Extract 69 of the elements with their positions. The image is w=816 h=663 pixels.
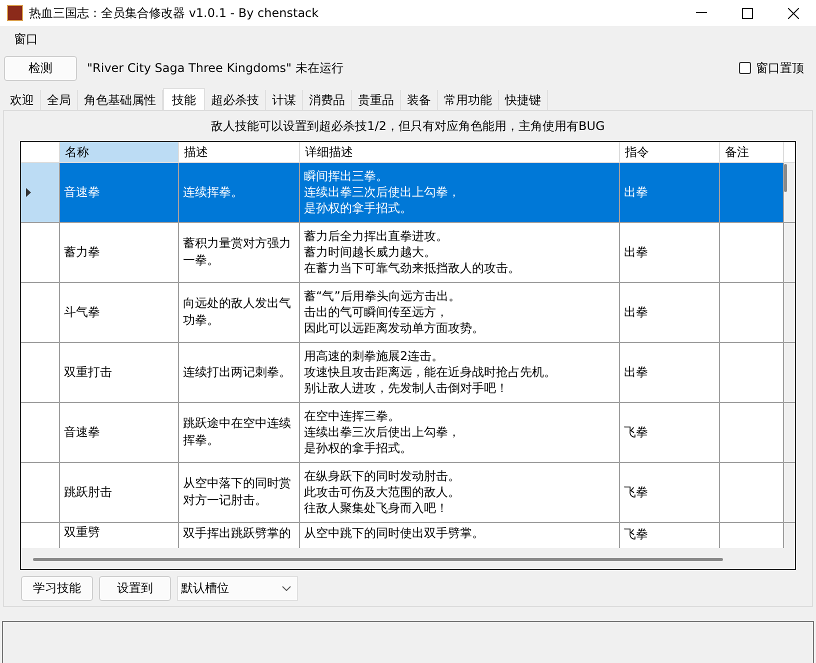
table-cell: 蓄力后全力挥出直拳进攻。 — [304, 228, 448, 244]
table-cell: 连续出拳三次后使出上勾拳， — [304, 184, 460, 200]
table-cell: 往敌人聚集处飞身而入吧！ — [304, 500, 448, 516]
table-cell: 用高速的刺拳施展2连击。 — [304, 348, 444, 364]
table-row[interactable]: 蓄力拳 蓄积力量赏对方强力一拳。 蓄力后全力挥出直拳进攻。 蓄力时间越长威力越大。 在蓄力当下可靠气劲来抵挡敌人的攻击。 出拳 — [21, 222, 795, 283]
table-cell: 双重打击 — [64, 364, 112, 380]
table-cell: 是孙权的拿手招式。 — [304, 200, 412, 216]
table-cell: 连续挥拳。 — [183, 184, 243, 201]
vertical-scrollbar[interactable] — [784, 164, 787, 192]
learn-skill-button[interactable]: 学习技能 — [21, 576, 93, 601]
window-title: 热血三国志：全员集合修改器 v1.0.1 - By chenstack — [29, 5, 319, 22]
detect-button[interactable]: 检测 — [4, 56, 77, 80]
table-row[interactable]: 跳跃肘击 从空中落下的同时赏对方一记肘击。 在纵身跃下的同时发动肘击。 此攻击可伤及大范围的敌人。 往敌人聚集处飞身而入吧！ 飞拳 — [21, 462, 795, 523]
table-row[interactable]: 音速拳 跳跃途中在空中连续挥拳。 在空中连挥三拳。 连续出拳三次后使出上勾拳， 是孙权的拿手招式。 飞拳 — [21, 402, 795, 463]
close-icon — [788, 8, 798, 18]
slot-select[interactable]: 默认槽位 — [177, 576, 298, 601]
table-cell: 攻速快且攻击距离远，能在近身战时抢占先机。 — [304, 364, 556, 380]
table-cell-text: 跳跃途中在空中连续挥拳。 — [183, 415, 292, 450]
table-cell: 瞬间挥出三拳。 — [304, 168, 388, 184]
row-pointer-icon — [26, 188, 31, 197]
notice-text: 敌人技能可以设置到超必杀技1/2，但只有对应角色能用，主角使用有BUG — [211, 118, 605, 135]
table-cell-text: 飞拳 — [624, 484, 648, 502]
table-cell: 斗气拳 — [64, 304, 100, 320]
table-cell: 在蓄力当下可靠气劲来抵挡敌人的攻击。 — [304, 260, 520, 276]
table-cell: 连续打出两记刺拳。 — [183, 364, 291, 381]
set-to-button[interactable]: 设置到 — [99, 576, 171, 601]
table-cell: 双重劈 — [64, 524, 100, 540]
table-row[interactable]: 斗气拳 向远处的敌人发出气功拳。 蓄“气”后用拳头向远方击出。 击出的气可瞬间传至远方， 因此可以远距离发动单方面攻势。 出拳 — [21, 282, 795, 343]
table-cell-text: 蓄积力量赏对方强力一拳。 — [183, 235, 292, 270]
table-cell-text: 从空中落下的同时赏对方一记肘击。 — [183, 475, 292, 510]
table-cell-text: 出拳 — [624, 364, 648, 382]
topmost-checkbox[interactable]: 窗口置顶 — [739, 59, 804, 77]
horizontal-scrollbar[interactable] — [33, 558, 723, 562]
table-cell-text: 向远处的敌人发出气功拳。 — [183, 295, 292, 330]
table-cell-text: 出拳 — [624, 304, 648, 322]
table-cell: 音速拳 — [64, 184, 100, 200]
table-cell: 蓄“气”后用拳头向远方击出。 — [304, 288, 460, 304]
table-cell: 击出的气可瞬间传至远方， — [304, 304, 448, 320]
column-header[interactable]: 描述 — [179, 142, 300, 162]
table-cell: 蓄力拳 — [64, 244, 100, 260]
table-cell: 是孙权的拿手招式。 — [304, 440, 412, 456]
minimize-icon — [696, 12, 706, 14]
menu-item[interactable]: 窗口 — [0, 30, 52, 48]
table-cell-text: 飞拳 — [624, 424, 648, 442]
table-cell: 双手挥出跳跃劈掌的 — [183, 524, 291, 542]
table-cell: 在空中连挥三拳。 — [304, 408, 400, 424]
column-header[interactable]: 名称 — [60, 142, 179, 162]
table-row[interactable]: 双重打击 连续打出两记刺拳。 用高速的刺拳施展2连击。 攻速快且攻击距离远，能在近身战时抢占先机。 别让敌人进攻，先发制人击倒对手吧！ 出拳 — [21, 342, 795, 403]
table-cell-text: 飞拳 — [624, 526, 648, 543]
status-text: "River City Saga Three Kingdoms" 未在运行 — [87, 60, 344, 77]
table-cell: 在纵身跃下的同时发动肘击。 — [304, 468, 460, 484]
table-cell: 从空中跳下的同时使出双手劈掌。 — [304, 524, 484, 541]
table-cell: 此攻击可伤及大范围的敌人。 — [304, 484, 460, 500]
table-cell: 因此可以远距离发动单方面攻势。 — [304, 320, 484, 336]
tab[interactable]: 技能 — [163, 88, 205, 110]
column-header[interactable]: 指令 — [620, 142, 720, 162]
table-cell: 连续出拳三次后使出上勾拳， — [304, 424, 460, 440]
maximize-icon — [742, 8, 752, 18]
table-row[interactable]: 音速拳 连续挥拳。 瞬间挥出三拳。 连续出拳三次后使出上勾拳， 是孙权的拿手招式。 出拳 — [21, 162, 795, 223]
table-cell: 音速拳 — [64, 424, 100, 440]
column-header[interactable]: 备注 — [720, 142, 784, 162]
column-header[interactable]: 详细描述 — [300, 142, 620, 162]
table-cell: 蓄力时间越长威力越大。 — [304, 244, 436, 260]
table-cell-text: 出拳 — [624, 184, 648, 202]
table-cell-text: 出拳 — [624, 244, 648, 262]
app-icon — [7, 5, 23, 21]
table-cell: 跳跃肘击 — [64, 484, 112, 500]
table-cell: 别让敌人进攻，先发制人击倒对手吧！ — [304, 380, 508, 396]
chevron-down-icon — [282, 586, 291, 591]
